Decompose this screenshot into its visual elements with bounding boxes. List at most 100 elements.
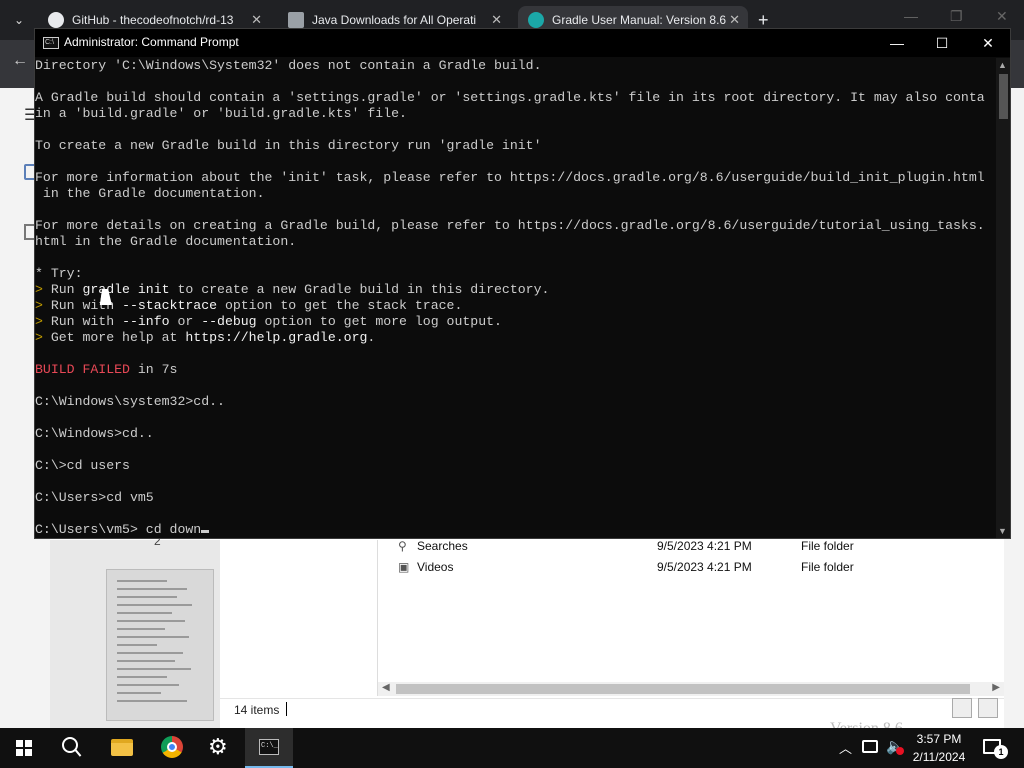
- cmd-line: [35, 154, 996, 170]
- cmd-line: [35, 442, 996, 458]
- file-list: ⚲ Searches 9/5/2023 4:21 PM File folder …: [378, 536, 1004, 682]
- details-view-icon[interactable]: [952, 698, 972, 718]
- notification-count-badge: 1: [994, 745, 1008, 759]
- browser-restore-icon[interactable]: ❐: [950, 8, 963, 25]
- github-icon: [48, 12, 64, 28]
- document-preview-thumbnail: [106, 569, 214, 721]
- cmd-line: > Get more help at https://help.gradle.o…: [35, 330, 996, 346]
- file-date: 9/5/2023 4:21 PM: [657, 560, 752, 574]
- command-prompt-window[interactable]: C:\ Administrator: Command Prompt — ☐ ✕ …: [34, 28, 1011, 539]
- cmd-line: [35, 378, 996, 394]
- cmd-window-title: Administrator: Command Prompt: [64, 35, 239, 49]
- cmd-text-segment: in 7s: [129, 362, 178, 377]
- cmd-line: C:\Windows\system32>cd..: [35, 394, 996, 410]
- item-count: 14 items: [234, 703, 280, 717]
- cmd-text-segment: option to get more log output.: [256, 314, 502, 329]
- cmd-line: Directory 'C:\Windows\System32' does not…: [35, 58, 996, 74]
- file-type: File folder: [801, 539, 854, 553]
- mouse-pointer-icon: [99, 289, 115, 305]
- cmd-text-segment: in a 'build.gradle' or 'build.gradle.kts…: [35, 106, 407, 121]
- file-date: 9/5/2023 4:21 PM: [657, 539, 752, 553]
- cmd-text-segment: gradle init: [82, 282, 170, 297]
- scroll-left-icon[interactable]: ◀: [382, 682, 390, 693]
- tab-title: Java Downloads for All Operati: [312, 13, 477, 27]
- windows-start-icon[interactable]: [16, 740, 32, 756]
- cmd-line: [35, 474, 996, 490]
- cmd-text-segment: to create a new Gradle build in this dir…: [169, 282, 550, 297]
- file-name: Searches: [417, 539, 468, 553]
- cmd-line: html in the Gradle documentation.: [35, 234, 996, 250]
- explorer-status-bar: 14 items: [220, 698, 1004, 720]
- file-row-searches[interactable]: ⚲ Searches 9/5/2023 4:21 PM File folder: [378, 536, 1004, 557]
- file-explorer-icon[interactable]: [111, 739, 133, 756]
- chrome-icon[interactable]: [161, 736, 183, 758]
- settings-gear-icon[interactable]: ⚙: [208, 735, 228, 759]
- cmd-line: C:\Users>cd vm5: [35, 490, 996, 506]
- close-icon[interactable]: ✕: [965, 32, 1011, 54]
- file-type: File folder: [801, 560, 854, 574]
- minimize-icon[interactable]: —: [874, 32, 920, 54]
- text-cursor: [201, 530, 210, 533]
- cmd-vertical-scrollbar[interactable]: ▲ ▼: [996, 58, 1010, 538]
- cmd-text-segment: option to get the stack trace.: [217, 298, 463, 313]
- clock-time[interactable]: 3:57 PM: [905, 732, 973, 746]
- searches-folder-icon: ⚲: [398, 539, 407, 553]
- cmd-title-bar[interactable]: C:\ Administrator: Command Prompt — ☐ ✕: [35, 29, 1010, 57]
- cmd-output[interactable]: Directory 'C:\Windows\System32' does not…: [35, 58, 996, 538]
- scroll-right-icon[interactable]: ▶: [992, 682, 1000, 693]
- cmd-text-segment: --info: [122, 314, 170, 329]
- cmd-text-segment: Get more help at: [50, 330, 186, 345]
- browser-close-icon[interactable]: ✕: [996, 8, 1008, 25]
- cmd-line: > Run gradle init to create a new Gradle…: [35, 282, 996, 298]
- cmd-text-segment: C:\Windows>cd..: [35, 426, 154, 441]
- scroll-up-icon[interactable]: ▲: [998, 60, 1007, 70]
- cmd-line: in a 'build.gradle' or 'build.gradle.kts…: [35, 106, 996, 122]
- scrollbar-thumb[interactable]: [999, 74, 1008, 119]
- large-icons-view-icon[interactable]: [978, 698, 998, 718]
- cmd-text-segment: * Try:: [35, 266, 83, 281]
- cmd-text-segment: https://help.gradle.org: [185, 330, 368, 345]
- cmd-line: * Try:: [35, 266, 996, 282]
- command-prompt-icon[interactable]: C:\_: [259, 739, 279, 755]
- cmd-line: [35, 74, 996, 90]
- cmd-text-segment: >: [35, 298, 51, 313]
- browser-minimize-icon[interactable]: —: [904, 8, 918, 24]
- cmd-line: > Run with --info or --debug option to g…: [35, 314, 996, 330]
- cmd-text-segment: in the Gradle documentation.: [35, 186, 265, 201]
- cmd-line: [35, 250, 996, 266]
- cmd-line: [35, 122, 996, 138]
- scrollbar-thumb[interactable]: [396, 684, 970, 694]
- maximize-icon[interactable]: ☐: [919, 32, 965, 54]
- cmd-text-segment: Directory 'C:\Windows\System32' does not…: [35, 58, 542, 73]
- cmd-text-segment: BUILD FAILED: [35, 362, 130, 377]
- cmd-text-segment: C:\>cd users: [35, 458, 130, 473]
- scroll-down-icon[interactable]: ▼: [998, 526, 1007, 536]
- cmd-line: in the Gradle documentation.: [35, 186, 996, 202]
- tab-title: GitHub - thecodeofnotch/rd-13: [72, 13, 234, 27]
- cmd-text-segment: or: [169, 314, 202, 329]
- network-icon[interactable]: [862, 740, 878, 753]
- cmd-text-segment: To create a new Gradle build in this dir…: [35, 138, 542, 153]
- cmd-line: C:\Users\vm5> cd down: [35, 522, 996, 538]
- cmd-text-segment: .: [367, 330, 376, 345]
- cmd-line: [35, 506, 996, 522]
- cmd-text-segment: --stacktrace: [122, 298, 218, 313]
- cmd-line: To create a new Gradle build in this dir…: [35, 138, 996, 154]
- cmd-text-segment: >: [35, 282, 51, 297]
- cmd-text-segment: --debug: [201, 314, 257, 329]
- java-page-icon: [288, 12, 304, 28]
- tab-title: Gradle User Manual: Version 8.6: [552, 13, 727, 27]
- search-icon[interactable]: [62, 737, 78, 753]
- show-hidden-icons-chevron-icon[interactable]: ︿: [839, 738, 852, 757]
- cmd-line: BUILD FAILED in 7s: [35, 362, 996, 378]
- cmd-line: For more information about the 'init' ta…: [35, 170, 996, 186]
- tab-search-dropdown-icon[interactable]: ⌄: [8, 10, 30, 30]
- navigation-tree: [220, 540, 378, 696]
- file-row-videos[interactable]: ▣ Videos 9/5/2023 4:21 PM File folder: [378, 557, 1004, 578]
- horizontal-scrollbar[interactable]: ◀ ▶: [378, 682, 1004, 696]
- clock-date[interactable]: 2/11/2024: [905, 750, 973, 764]
- cmd-text-segment: C:\Users\vm5> cd down: [35, 522, 202, 537]
- cmd-text-segment: For more information about the 'init' ta…: [35, 170, 985, 185]
- status-divider: [286, 702, 287, 716]
- back-arrow-icon[interactable]: ←: [12, 52, 28, 70]
